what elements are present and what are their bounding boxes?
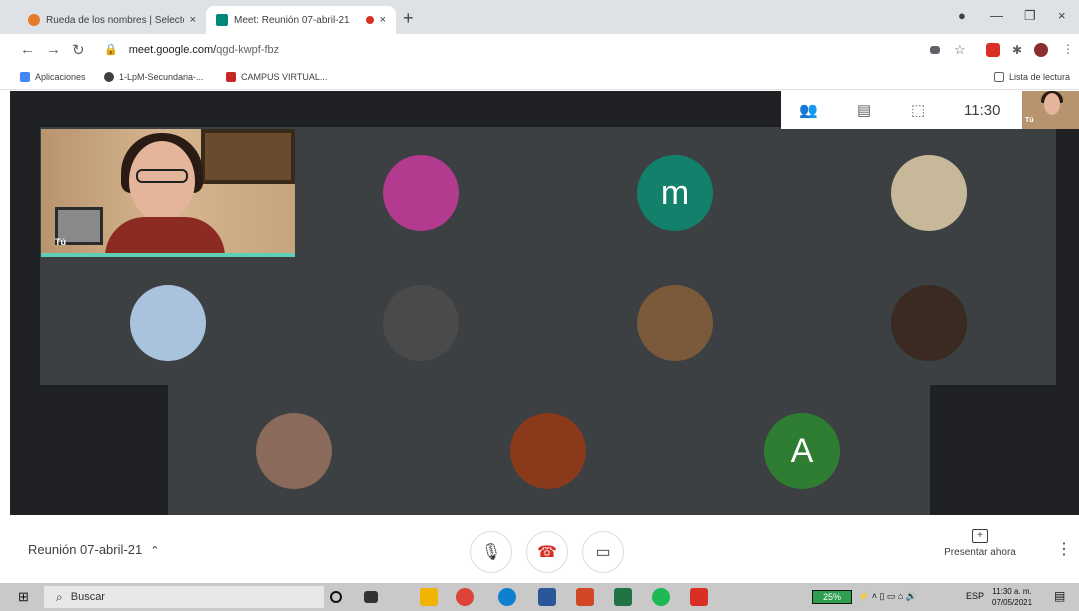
recording-indicator-icon	[365, 16, 374, 24]
taskbar-search[interactable]: ⌕ Buscar	[44, 586, 324, 608]
apps-grid-icon	[20, 72, 30, 82]
reload-icon[interactable]: ↻	[72, 41, 85, 59]
participant-avatar[interactable]	[891, 155, 967, 231]
bookmark-campus[interactable]: CAMPUS VIRTUAL...	[226, 72, 327, 82]
windows-start-icon[interactable]: ⊞	[18, 590, 34, 604]
address-bar[interactable]: 🔒 meet.google.com/qgd-kwpf-fbz	[104, 43, 279, 56]
participant-avatar[interactable]	[256, 413, 332, 489]
tray-icons[interactable]: ⚡ ˄ ▯ ▭ ⌂ 🔊	[858, 591, 917, 602]
browser-tab-rueda[interactable]: Rueda de los nombres | Selector ×	[18, 6, 206, 34]
forward-icon[interactable]: →	[46, 41, 61, 58]
activities-icon[interactable]: ⬚	[911, 101, 925, 119]
bookmark-secundaria[interactable]: 1-LpM-Secundaria-...	[104, 72, 204, 82]
close-window-icon[interactable]: ×	[1058, 8, 1066, 23]
search-placeholder: Buscar	[70, 591, 105, 603]
bookmark-label: Aplicaciones	[35, 72, 86, 82]
bookmark-apps[interactable]: Aplicaciones	[20, 72, 86, 82]
camera-button[interactable]: ▭	[582, 531, 624, 573]
new-tab-button[interactable]: +	[403, 8, 414, 29]
search-icon: ⌕	[56, 589, 63, 604]
meeting-name: Reunión 07-abril-21	[28, 542, 143, 557]
participant-avatar[interactable]: m	[637, 155, 713, 231]
browser-tab-meet[interactable]: Meet: Reunión 07-abril-21 ×	[206, 6, 396, 34]
pdf-extension-icon[interactable]	[986, 43, 1000, 57]
task-view-icon[interactable]	[364, 591, 378, 603]
edge-icon[interactable]	[498, 588, 516, 606]
meet-bottom-bar: Reunión 07-abril-21 ⌃ 🎙 ☎ ▭ + Presentar a…	[0, 515, 1079, 583]
extensions-icon[interactable]: ✱	[1012, 43, 1022, 57]
present-label: Presentar ahora	[944, 547, 1016, 558]
browser-menu-icon[interactable]: ⋮	[1062, 42, 1074, 56]
taskbar-clock[interactable]: 11:30 a. m. 07/05/2021	[992, 586, 1032, 608]
self-pip-tile[interactable]: Tú	[1022, 91, 1079, 129]
present-now-button[interactable]: + Presentar ahora	[940, 529, 1020, 558]
chat-icon[interactable]: ▤	[857, 101, 871, 119]
meet-favicon-icon	[216, 14, 228, 26]
meet-top-bar: 👥 ▤ ⬚ 11:30	[781, 91, 1022, 129]
battery-indicator[interactable]: 25%	[812, 590, 852, 604]
microphone-button[interactable]: 🎙	[470, 531, 512, 573]
language-indicator[interactable]: ESP	[966, 591, 984, 601]
url-host: meet.google.com/	[128, 44, 217, 56]
reading-list-icon	[994, 72, 1004, 82]
bookmarks-bar: Aplicaciones 1-LpM-Secundaria-... CAMPUS…	[0, 66, 1079, 90]
rueda-favicon-icon	[28, 14, 40, 26]
minimize-icon[interactable]: —	[990, 8, 1003, 23]
clock-date: 07/05/2021	[992, 598, 1033, 607]
browser-tab-strip: Rueda de los nombres | Selector × Meet: …	[0, 0, 1079, 34]
tab-title: Meet: Reunión 07-abril-21	[234, 14, 350, 26]
leave-call-button[interactable]: ☎	[526, 531, 568, 573]
spotify-icon[interactable]	[652, 588, 670, 606]
bookmark-label: CAMPUS VIRTUAL...	[241, 72, 328, 82]
meeting-details-button[interactable]: Reunión 07-abril-21 ⌃	[28, 542, 159, 557]
participant-avatar[interactable]	[510, 413, 586, 489]
windows-taskbar: ⊞ ⌕ Buscar 25% ⚡ ˄ ▯ ▭ ⌂ 🔊 ESP 11:30 a. …	[0, 583, 1079, 611]
present-icon: +	[972, 529, 988, 543]
self-video-tile[interactable]: Tú	[41, 129, 295, 257]
meeting-clock: 11:30	[964, 102, 1001, 119]
site-icon	[104, 72, 114, 82]
participant-avatar[interactable]	[383, 285, 459, 361]
bookmark-star-icon[interactable]: ☆	[954, 42, 966, 58]
avatar[interactable]	[1034, 43, 1048, 57]
participant-avatar[interactable]: A	[764, 413, 840, 489]
camera-icon: ▭	[595, 544, 611, 561]
campus-icon	[226, 72, 236, 82]
acrobat-icon[interactable]	[690, 588, 708, 606]
chrome-icon[interactable]	[456, 588, 474, 606]
participant-avatar[interactable]	[383, 155, 459, 231]
bookmark-label: 1-LpM-Secundaria-...	[119, 72, 204, 82]
participant-avatar[interactable]	[891, 285, 967, 361]
participant-avatar[interactable]	[637, 285, 713, 361]
reading-list-label: Lista de lectura	[1009, 72, 1071, 82]
excel-icon[interactable]	[614, 588, 632, 606]
chevron-up-icon: ⌃	[150, 545, 160, 557]
notifications-icon[interactable]: ▤	[1054, 589, 1065, 603]
file-explorer-icon[interactable]	[420, 588, 438, 606]
hang-up-icon: ☎	[537, 544, 557, 561]
self-name-label: Tú	[55, 237, 66, 247]
microphone-icon: 🎙	[480, 544, 502, 561]
powerpoint-icon[interactable]	[576, 588, 594, 606]
close-tab-icon[interactable]: ×	[380, 14, 386, 26]
reading-list-button[interactable]: Lista de lectura	[994, 72, 1070, 82]
restore-icon[interactable]: ❐	[1024, 8, 1036, 24]
close-tab-icon[interactable]: ×	[190, 14, 196, 26]
cortana-icon[interactable]	[330, 591, 342, 603]
lock-icon: 🔒	[104, 44, 118, 56]
more-options-icon[interactable]: ⋮	[1056, 539, 1072, 559]
people-icon[interactable]: 👥	[799, 101, 818, 119]
participant-avatar[interactable]	[130, 285, 206, 361]
word-icon[interactable]	[538, 588, 556, 606]
url-path: qgd-kwpf-fbz	[216, 44, 280, 56]
back-icon[interactable]: ←	[20, 41, 35, 58]
clock-time: 11:30 a. m.	[992, 587, 1032, 596]
profile-icon[interactable]: ●	[958, 8, 966, 23]
wall-painting	[201, 129, 295, 184]
camera-in-use-icon[interactable]	[930, 46, 940, 54]
tab-title: Rueda de los nombres | Selector	[46, 14, 184, 26]
meet-grid: Tú m A	[10, 91, 1079, 515]
pip-name-label: Tú	[1025, 117, 1034, 124]
browser-toolbar: ← → ↻ 🔒 meet.google.com/qgd-kwpf-fbz ☆ ✱…	[0, 34, 1079, 66]
